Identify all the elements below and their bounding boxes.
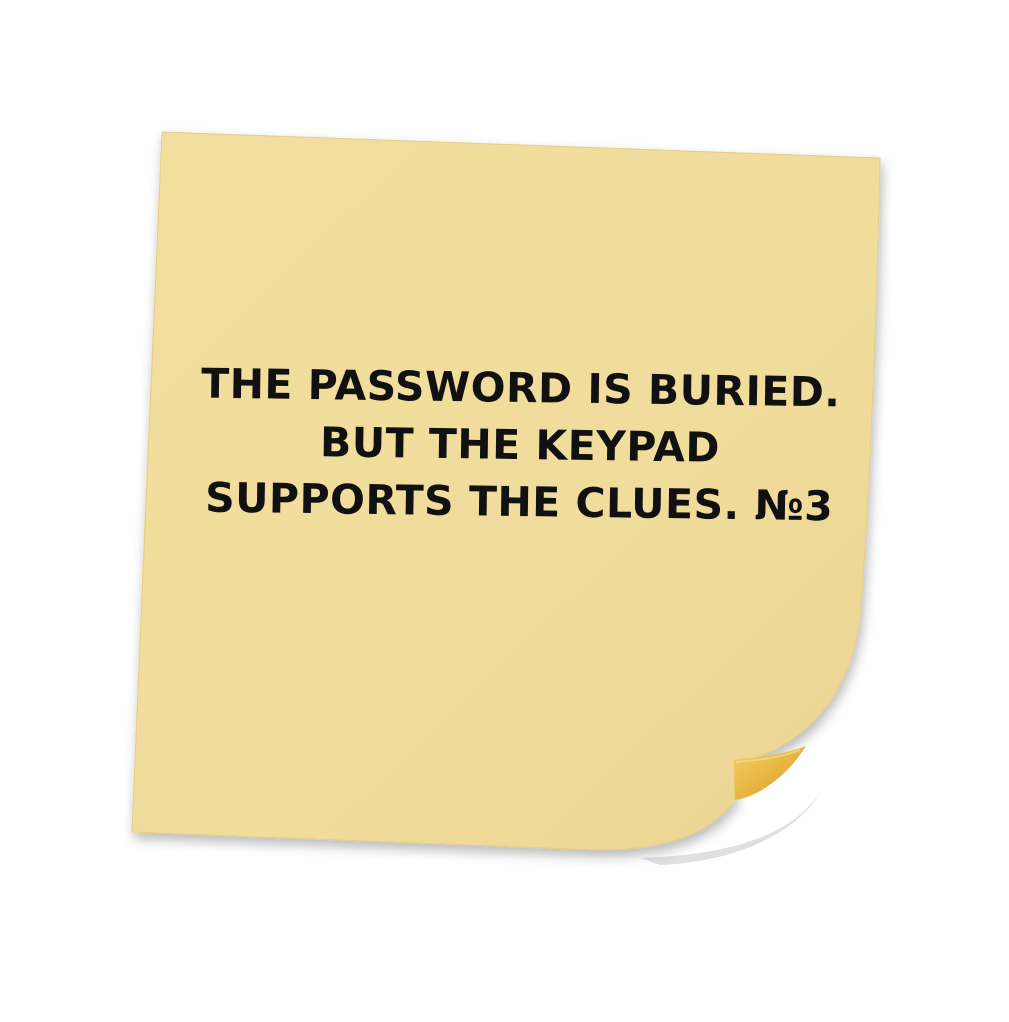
note-line-3: SUPPORTS THE CLUES. №3 <box>204 473 834 531</box>
sticky-note: THE PASSWORD IS BURIED. BUT THE KEYPAD S… <box>0 0 1009 1017</box>
note-message: THE PASSWORD IS BURIED. BUT THE KEYPAD S… <box>159 355 881 536</box>
note-line-1: THE PASSWORD IS BURIED. <box>200 359 841 417</box>
note-line-2: BUT THE KEYPAD <box>319 418 721 472</box>
